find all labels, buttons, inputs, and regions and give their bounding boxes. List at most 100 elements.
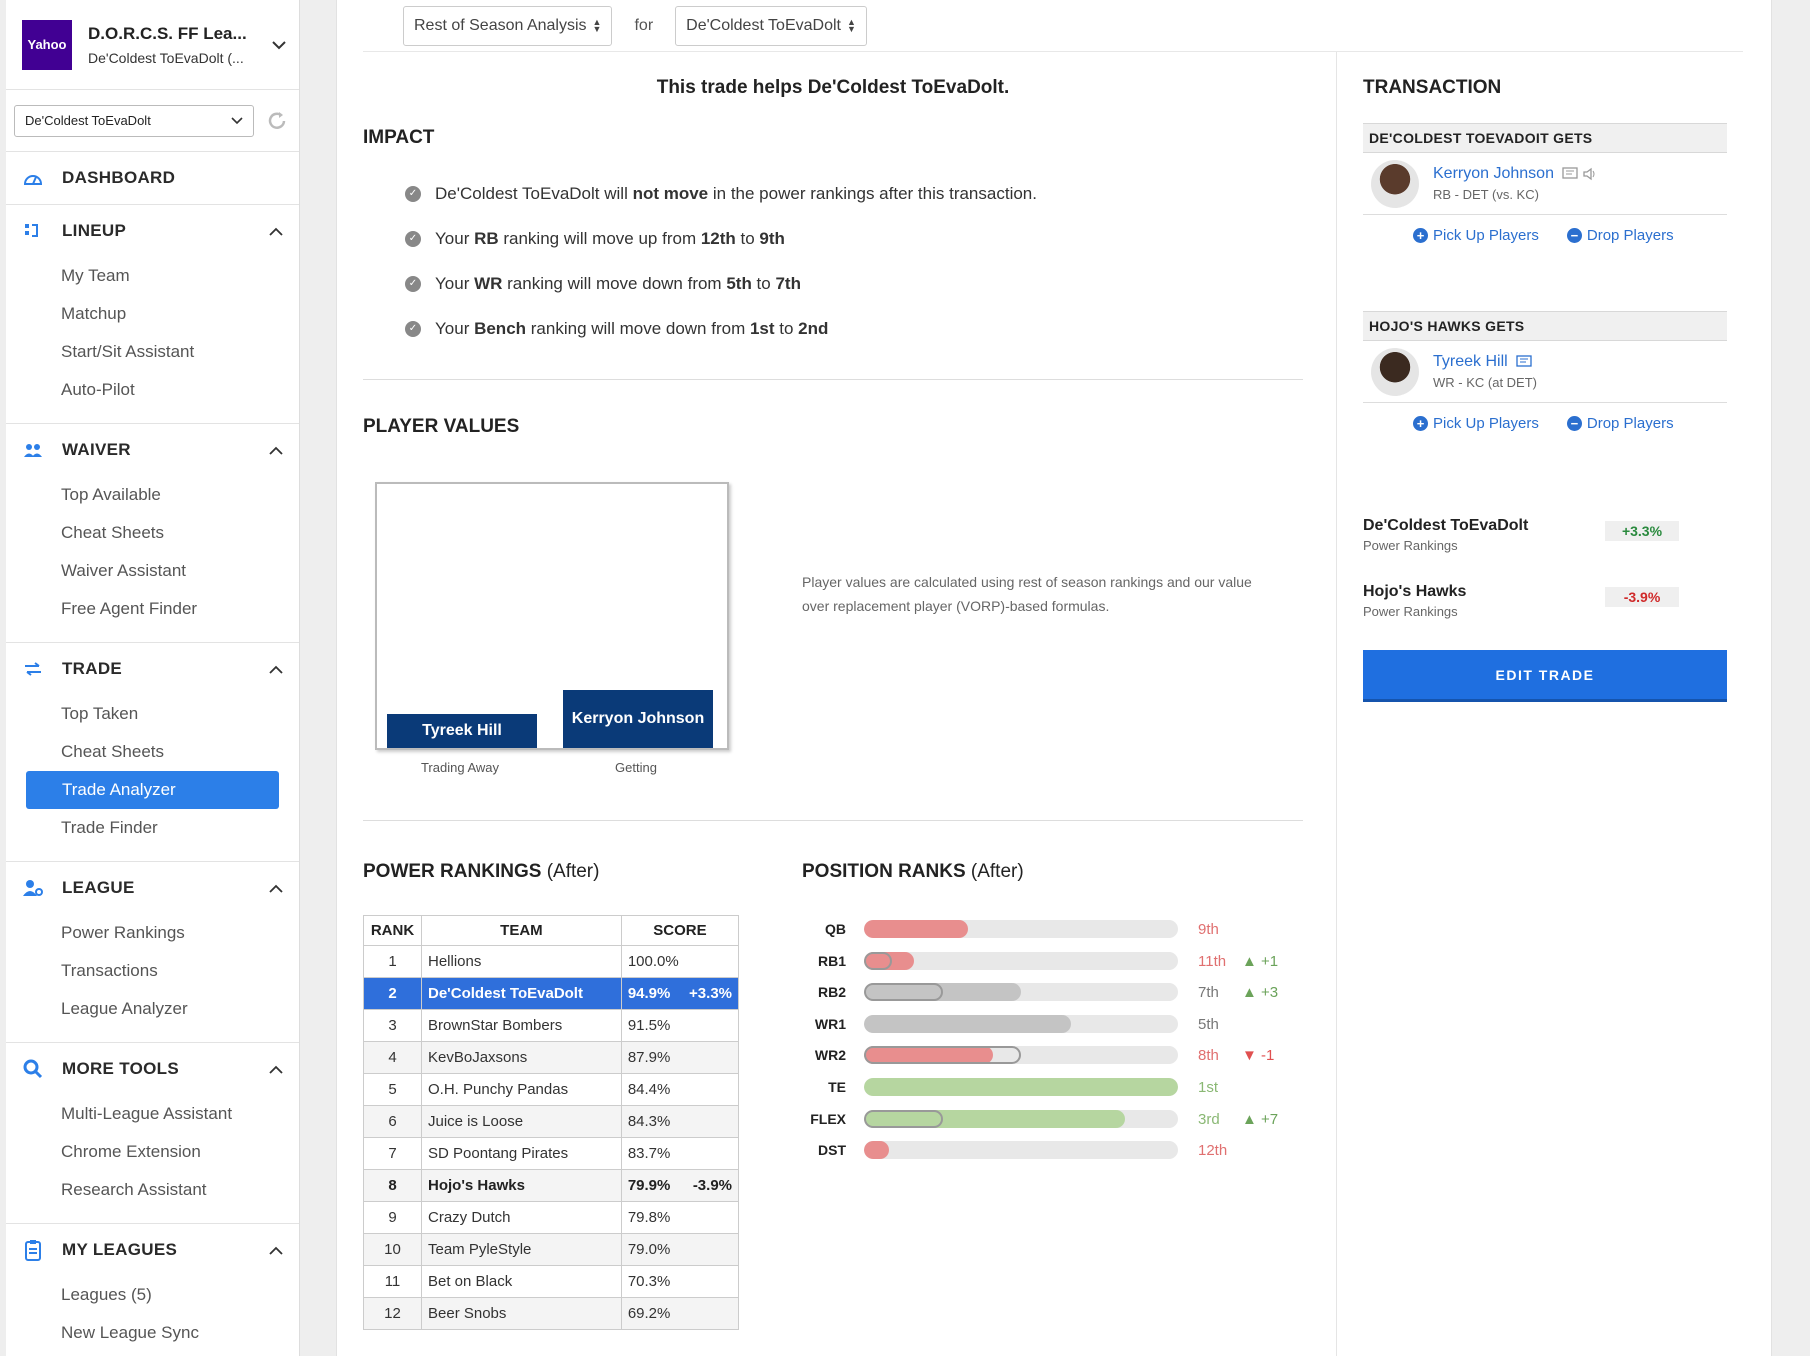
team-cell[interactable]: SD Poontang Pirates — [421, 1137, 622, 1170]
player-values-title: PLAYER VALUES — [363, 416, 520, 437]
impact-text: Your RB ranking will move up from 12th t… — [435, 228, 785, 248]
chevron-up-icon[interactable] — [269, 446, 283, 455]
team-cell[interactable]: BrownStar Bombers — [421, 1009, 622, 1042]
sidebar-item-free-agent-finder[interactable]: Free Agent Finder — [6, 590, 299, 628]
sidebar-item-trade-cheat-sheets[interactable]: Cheat Sheets — [6, 733, 299, 771]
pickup-players-button[interactable]: + Pick Up Players — [1413, 227, 1539, 244]
chevron-down-icon[interactable] — [271, 40, 287, 50]
position-bar-fill — [864, 1141, 890, 1160]
sidebar-item-top-available[interactable]: Top Available — [6, 476, 299, 514]
player-name-link[interactable]: Kerryon Johnson — [1433, 165, 1554, 183]
sidebar-item-trade-finder[interactable]: Trade Finder — [6, 809, 299, 847]
refresh-icon[interactable] — [266, 110, 288, 132]
position-rank-row: QB 9th — [802, 919, 1282, 939]
minus-circle-icon: − — [1566, 415, 1582, 431]
team-analysis-select[interactable]: De'Coldest ToEvaDolt ▲ ▼ — [675, 5, 867, 46]
team-cell[interactable]: Hojo's Hawks — [421, 1169, 622, 1202]
player-name-link[interactable]: Tyreek Hill — [1433, 353, 1508, 371]
side1-header: DE'COLDEST TOEVADOIT GETS — [1363, 123, 1727, 153]
check-circle-icon: ✓ — [405, 230, 421, 247]
drop-players-button[interactable]: − Drop Players — [1566, 415, 1674, 432]
chevron-up-icon[interactable] — [269, 665, 283, 674]
position-rank-row: WR1 5th — [802, 1014, 1282, 1034]
analysis-type-select[interactable]: Rest of Season Analysis ▲ ▼ — [403, 5, 613, 46]
sidebar-item-research-assistant[interactable]: Research Assistant — [6, 1171, 299, 1209]
team-cell[interactable]: Hellions — [421, 945, 622, 978]
league-header[interactable]: Yahoo D.O.R.C.S. FF Lea... De'Coldest To… — [6, 0, 299, 90]
league-name: D.O.R.C.S. FF Lea... — [88, 23, 247, 43]
comment-icon[interactable] — [1562, 167, 1578, 181]
sidebar-item-trade-analyzer[interactable]: Trade Analyzer — [26, 771, 279, 809]
nav-waiver[interactable]: WAIVER — [6, 424, 299, 476]
edit-trade-button[interactable]: EDIT TRADE — [1363, 650, 1727, 702]
rank-cell: 6 — [363, 1105, 422, 1138]
sidebar-item-waiver-assistant[interactable]: Waiver Assistant — [6, 552, 299, 590]
impact-list: ✓ De'Coldest ToEvaDolt will not move in t… — [363, 171, 1303, 351]
sidebar-item-my-team[interactable]: My Team — [6, 257, 299, 295]
pickup-players-button[interactable]: + Pick Up Players — [1413, 415, 1539, 432]
team-select-value: De'Coldest ToEvaDolt — [25, 113, 151, 128]
position-bar-previous — [864, 1109, 943, 1128]
team-cell[interactable]: Team PyleStyle — [421, 1233, 622, 1266]
team-cell[interactable]: KevBoJaxsons — [421, 1041, 622, 1074]
position-rank-value: 3rd — [1198, 1110, 1220, 1128]
nav-more-tools[interactable]: MORE TOOLS — [6, 1043, 299, 1095]
team-cell[interactable]: Crazy Dutch — [421, 1201, 622, 1234]
rank-cell: 5 — [363, 1073, 422, 1106]
drop-players-button[interactable]: − Drop Players — [1566, 227, 1674, 244]
sidebar-item-power-rankings[interactable]: Power Rankings — [6, 914, 299, 952]
impact-bullet: ✓ Your RB ranking will move up from 12th … — [405, 216, 1303, 261]
team-cell[interactable]: Beer Snobs — [421, 1297, 622, 1330]
chevron-up-icon[interactable] — [269, 1065, 283, 1074]
sidebar-item-transactions[interactable]: Transactions — [6, 952, 299, 990]
position-bar-track — [864, 1014, 1178, 1033]
position-bar-track — [864, 983, 1178, 1002]
sidebar-item-top-taken[interactable]: Top Taken — [6, 695, 299, 733]
sidebar-item-cheat-sheets[interactable]: Cheat Sheets — [6, 514, 299, 552]
sidebar-item-auto-pilot[interactable]: Auto-Pilot — [6, 371, 299, 409]
position-label: WR2 — [814, 1047, 846, 1064]
nav-dashboard[interactable]: DASHBOARD — [6, 152, 299, 204]
position-bar-fill — [864, 920, 968, 938]
score-cell: 69.2% — [620, 1297, 740, 1330]
speaker-icon[interactable] — [1582, 167, 1598, 181]
rank-cell: 1 — [363, 945, 422, 978]
position-bar-previous — [864, 1046, 1021, 1065]
nav-lineup[interactable]: LINEUP — [6, 205, 299, 257]
nav-my-leagues[interactable]: MY LEAGUES — [6, 1224, 299, 1276]
sidebar-item-new-league-sync[interactable]: New League Sync — [6, 1314, 299, 1352]
chevron-up-icon[interactable] — [269, 227, 283, 236]
comment-icon[interactable] — [1516, 355, 1532, 369]
plus-circle-icon: + — [1413, 415, 1428, 431]
change-badge: -3.9% — [1605, 587, 1679, 607]
score-cell: 84.4% — [620, 1073, 740, 1106]
nav-trade[interactable]: TRADE — [6, 643, 299, 695]
position-bar-previous — [864, 951, 893, 970]
team-select[interactable]: De'Coldest ToEvaDolt — [14, 104, 254, 137]
sidebar-item-matchup[interactable]: Matchup — [6, 295, 299, 333]
team-cell[interactable]: O.H. Punchy Pandas — [421, 1073, 622, 1106]
sidebar-item-leagues[interactable]: Leagues (5) — [6, 1276, 299, 1314]
score-cell: 79.8% — [620, 1201, 740, 1234]
sidebar-item-multi-league[interactable]: Multi-League Assistant — [6, 1095, 299, 1133]
analysis-type-value: Rest of Season Analysis — [414, 16, 587, 34]
team-cell[interactable]: Bet on Black — [421, 1265, 622, 1298]
chevron-up-icon[interactable] — [269, 1246, 283, 1255]
power-rankings-table: RANK TEAM SCORE 1 Hellions 100.0% 2 De'Colde… — [363, 915, 740, 1330]
power-ranking-change-2: Hojo's Hawks Power Rankings -3.9% — [1363, 583, 1703, 619]
users-icon — [22, 439, 44, 461]
nav-league[interactable]: LEAGUE — [6, 862, 299, 914]
nav-trade-label: TRADE — [62, 659, 123, 678]
rank-cell: 9 — [363, 1201, 422, 1234]
league-team-name: De'Coldest ToEvaDolt (... — [88, 49, 244, 66]
arrow-up-icon: ▲ — [1242, 952, 1262, 970]
chevron-up-icon[interactable] — [269, 884, 283, 893]
position-rank-row: DST 12th — [802, 1140, 1282, 1160]
position-rank-row: RB1 11th ▲ +1 — [802, 951, 1282, 971]
sidebar-item-chrome-extension[interactable]: Chrome Extension — [6, 1133, 299, 1171]
sidebar-item-league-analyzer[interactable]: League Analyzer — [6, 990, 299, 1028]
position-rank-change: ▲ +1 — [1242, 952, 1279, 970]
team-cell[interactable]: De'Coldest ToEvaDolt — [421, 977, 622, 1010]
team-cell[interactable]: Juice is Loose — [421, 1105, 622, 1138]
sidebar-item-start-sit[interactable]: Start/Sit Assistant — [6, 333, 299, 371]
